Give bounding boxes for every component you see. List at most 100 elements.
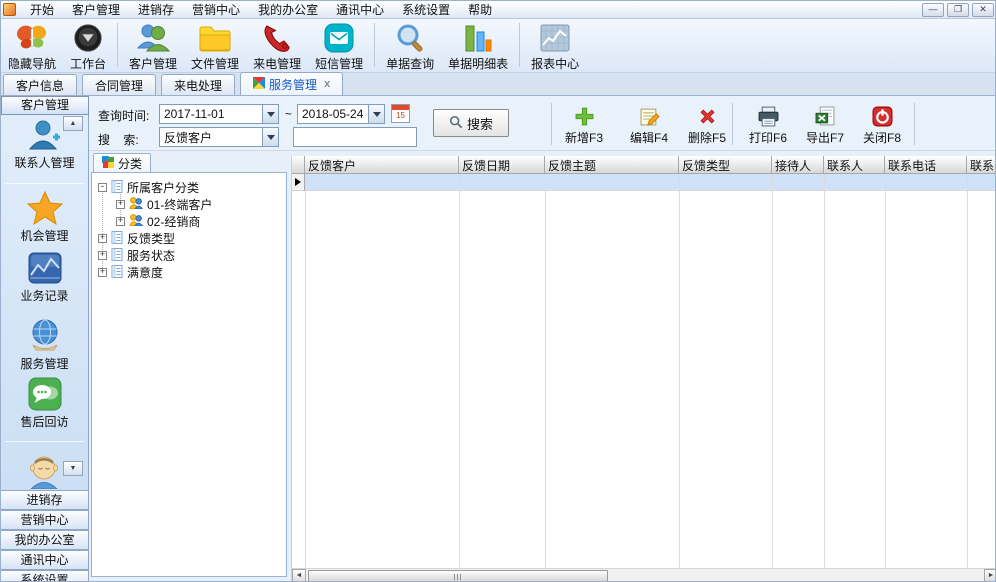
add-button[interactable]: 新增F3 [556, 104, 612, 146]
sidebar-item-service-mgmt[interactable]: 服务管理 [1, 319, 88, 372]
tab-contract-mgmt[interactable]: 合同管理 [82, 74, 156, 95]
scroll-left-icon[interactable]: ◄ [292, 569, 306, 582]
close-button[interactable]: ✕ [972, 3, 994, 17]
tab-label: 服务管理 [269, 76, 317, 93]
expand-icon[interactable]: + [116, 200, 125, 209]
sidebar-button-inventory[interactable]: 进销存 [1, 490, 89, 510]
menu-item-start[interactable]: 开始 [21, 0, 63, 19]
close-form-button[interactable]: 关闭F8 [854, 104, 910, 146]
search-input[interactable] [293, 127, 417, 147]
search-type-dropdown[interactable]: 反馈客户 [159, 127, 279, 147]
printer-icon [757, 104, 780, 128]
tab-service-mgmt[interactable]: 服务管理 x [240, 72, 343, 95]
app-window: 开始 客户管理 进销存 营销中心 我的办公室 通讯中心 系统设置 帮助 — ❐ … [0, 0, 996, 582]
selected-empty-row[interactable] [292, 174, 996, 191]
sidebar-divider [5, 441, 84, 442]
sidebar-item-opportunity[interactable]: 机会管理 [1, 191, 88, 244]
menu-item-system-settings[interactable]: 系统设置 [393, 0, 459, 19]
delete-button[interactable]: 删除F5 [679, 104, 735, 146]
tab-close-icon[interactable]: x [324, 78, 330, 90]
expand-icon[interactable]: + [98, 268, 107, 277]
toolbar-doc-query[interactable]: 单据查询 [379, 19, 441, 72]
expand-icon[interactable]: + [116, 217, 125, 226]
sidebar-scroll-down-button[interactable]: ▼ [63, 461, 83, 476]
column-header-contact-phone[interactable]: 联系电话 [885, 156, 967, 174]
calendar-icon[interactable]: 15 [391, 104, 410, 123]
sidebar-button-system-settings[interactable]: 系统设置 [1, 570, 89, 582]
butterfly-icon [15, 21, 49, 55]
phone-icon [261, 21, 293, 55]
toolbar-label: 短信管理 [315, 55, 363, 72]
tree-node-customer-categories[interactable]: - 所属客户分类 [98, 179, 199, 196]
toolbar-call-mgmt[interactable]: 来电管理 [246, 19, 308, 72]
chevron-down-icon[interactable] [262, 128, 278, 146]
grid-column-line [824, 174, 825, 568]
feedback-grid: 反馈客户 反馈日期 反馈主题 反馈类型 接待人 联系人 联系电话 联系 ◄ ► [291, 156, 996, 582]
expand-icon[interactable]: + [98, 234, 107, 243]
sidebar-item-after-sales-callback[interactable]: 售后回访 [1, 377, 88, 430]
tree-node-distributors[interactable]: + 02-经销商 [116, 213, 200, 230]
toolbar-workbench[interactable]: 工作台 [63, 19, 113, 72]
tree-node-service-status[interactable]: + 服务状态 [98, 247, 175, 264]
app-icon[interactable] [3, 3, 16, 16]
menu-item-comm-center[interactable]: 通讯中心 [327, 0, 393, 19]
toolbar-doc-detail-report[interactable]: 单据明细表 [441, 19, 515, 72]
category-tab[interactable]: 分类 [93, 153, 151, 173]
sidebar-button-comm-center[interactable]: 通讯中心 [1, 550, 89, 570]
sidebar-group-customer-mgmt[interactable]: 客户管理 [1, 96, 89, 115]
column-header-feedback-date[interactable]: 反馈日期 [459, 156, 545, 174]
scroll-right-icon[interactable]: ► [984, 569, 996, 582]
menu-item-help[interactable]: 帮助 [459, 0, 501, 19]
edit-note-icon [639, 104, 660, 128]
toolbar-customer-mgmt[interactable]: 客户管理 [122, 19, 184, 72]
sidebar-button-my-office[interactable]: 我的办公室 [1, 530, 89, 550]
person-icon[interactable] [23, 453, 65, 492]
sidebar-button-marketing[interactable]: 营销中心 [1, 510, 89, 530]
print-button[interactable]: 打印F6 [740, 104, 796, 146]
menu-item-customer-mgmt[interactable]: 客户管理 [63, 0, 129, 19]
collapse-icon[interactable]: - [98, 183, 107, 192]
column-header-feedback-customer[interactable]: 反馈客户 [305, 156, 459, 174]
toolbar-report-center[interactable]: 报表中心 [524, 19, 586, 72]
tab-incoming-call[interactable]: 来电处理 [161, 74, 235, 95]
menu-item-my-office[interactable]: 我的办公室 [249, 0, 327, 19]
edit-button[interactable]: 编辑F4 [621, 104, 677, 146]
column-header-receptionist[interactable]: 接待人 [772, 156, 824, 174]
toolbar-sms-mgmt[interactable]: 短信管理 [308, 19, 370, 72]
search-button[interactable]: 搜索 [433, 109, 509, 137]
menu-item-marketing[interactable]: 营销中心 [183, 0, 249, 19]
column-header-feedback-type[interactable]: 反馈类型 [679, 156, 772, 174]
tree-node-label: 反馈类型 [127, 230, 175, 247]
horizontal-scrollbar[interactable]: ◄ ► [292, 568, 996, 582]
toolbar-file-mgmt[interactable]: 文件管理 [184, 19, 246, 72]
date-to-value: 2018-05-24 [298, 107, 368, 121]
search-icon [449, 115, 463, 132]
date-from-dropdown[interactable]: 2017-11-01 [159, 104, 279, 124]
chevron-down-icon[interactable] [368, 105, 384, 123]
tab-customer-info[interactable]: 客户信息 [3, 74, 77, 95]
tree-node-satisfaction[interactable]: + 满意度 [98, 264, 163, 281]
tab-label: 客户信息 [16, 77, 64, 94]
menu-item-inventory[interactable]: 进销存 [129, 0, 183, 19]
column-header-contact[interactable]: 联系人 [824, 156, 885, 174]
export-button[interactable]: 导出F7 [797, 104, 853, 146]
row-selector-cell[interactable] [292, 174, 305, 191]
sidebar-item-label: 联系人管理 [14, 154, 74, 171]
expand-icon[interactable]: + [98, 251, 107, 260]
toolbar-hide-nav[interactable]: 隐藏导航 [1, 19, 63, 72]
sidebar-item-contacts[interactable]: 联系人管理 [1, 118, 88, 171]
people-icon [129, 197, 143, 212]
category-tab-icon [102, 156, 114, 171]
restore-button[interactable]: ❐ [947, 3, 969, 17]
sidebar-item-business-records[interactable]: 业务记录 [1, 251, 88, 304]
column-header-contact-truncated[interactable]: 联系 [967, 156, 996, 174]
tree-node-feedback-type[interactable]: + 反馈类型 [98, 230, 175, 247]
chevron-down-icon[interactable] [262, 105, 278, 123]
scrollbar-thumb[interactable] [308, 570, 608, 582]
document-tabs: 客户信息 合同管理 来电处理 服务管理 x [1, 73, 996, 96]
column-header-feedback-subject[interactable]: 反馈主题 [545, 156, 679, 174]
date-to-dropdown[interactable]: 2018-05-24 [297, 104, 385, 124]
tree-node-terminal-customers[interactable]: + 01-终端客户 [116, 196, 212, 213]
tab-label: 来电处理 [174, 77, 222, 94]
minimize-button[interactable]: — [922, 3, 944, 17]
